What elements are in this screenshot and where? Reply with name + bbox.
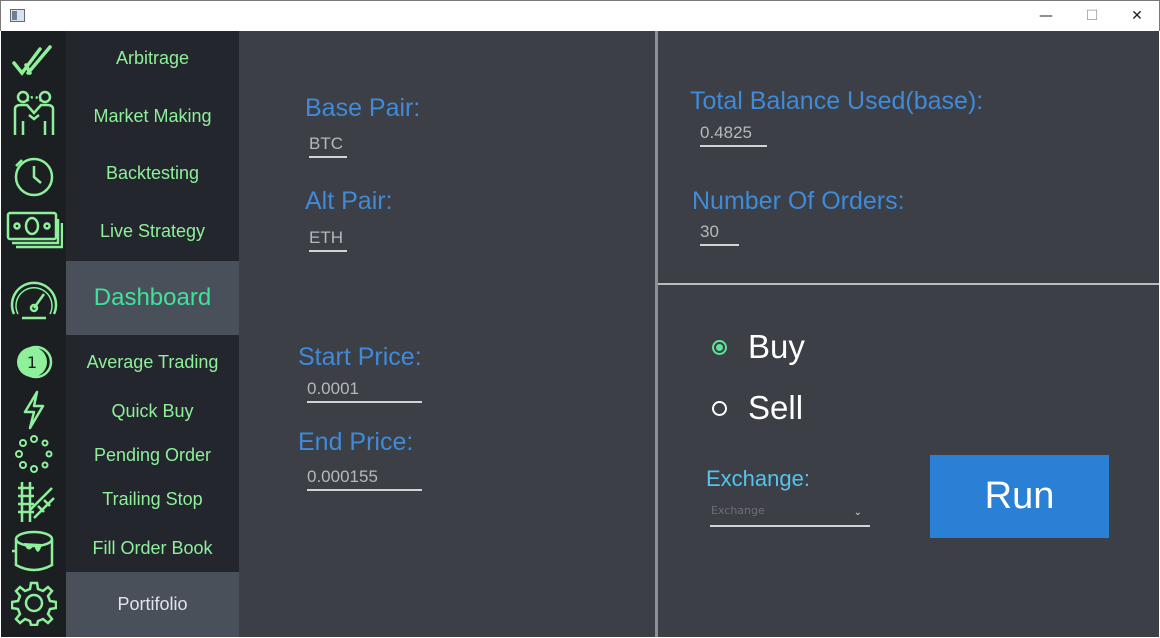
clock-icon[interactable] [1,153,66,199]
minimize-button[interactable]: — [1023,1,1069,31]
money-icon[interactable] [1,207,66,251]
buy-label: Buy [748,328,805,365]
menu-item-fill-order-book[interactable]: Fill Order Book [66,538,239,559]
radio-unchecked-icon [712,400,727,416]
coin-icon[interactable]: 1 [1,343,66,381]
base-pair-input[interactable]: BTC [309,134,347,158]
paint-bucket-icon[interactable] [1,527,66,577]
exchange-select[interactable]: Exchange ⌄ [710,504,870,527]
chevron-down-icon: ⌄ [853,507,862,518]
menu-item-live-strategy[interactable]: Live Strategy [66,221,239,242]
end-price-label: End Price: [298,428,414,456]
start-price-label: Start Price: [298,343,422,371]
menu-item-arbitrage[interactable]: Arbitrage [66,48,239,69]
railway-icon[interactable] [1,479,66,525]
alt-pair-input[interactable]: ETH [309,228,347,252]
menu-item-backtesting[interactable]: Backtesting [66,163,239,184]
alt-pair-label: Alt Pair: [305,187,393,215]
vertical-divider [655,31,658,637]
horizontal-divider [658,283,1159,285]
start-price-input[interactable]: 0.0001 [307,379,422,403]
checkmark-icon[interactable] [1,41,66,81]
exchange-label: Exchange: [706,466,810,491]
menu-item-portifolio[interactable]: Portifolio [66,572,239,637]
gear-icon[interactable] [1,579,66,627]
lightning-icon[interactable] [1,389,66,431]
menu-item-pending-order[interactable]: Pending Order [66,445,239,466]
sell-label: Sell [748,389,804,426]
orders-label: Number Of Orders: [692,187,905,215]
end-price-input[interactable]: 0.000155 [307,467,422,491]
menu-item-dashboard[interactable]: Dashboard [66,261,239,335]
close-button[interactable]: ✕ [1114,1,1160,31]
navigation-menu: Arbitrage Market Making Backtesting Live… [66,31,239,637]
handshake-icon[interactable] [1,87,66,141]
menu-item-average-trading[interactable]: Average Trading [66,352,239,373]
radio-checked-icon [712,339,727,355]
menu-item-quick-buy[interactable]: Quick Buy [66,401,239,422]
buy-radio[interactable]: Buy [712,328,805,366]
sell-radio[interactable]: Sell [712,389,803,427]
app-icon [10,9,25,22]
total-balance-label: Total Balance Used(base): [690,87,984,115]
loading-dots-icon[interactable] [1,433,66,475]
exchange-placeholder: Exchange [711,504,765,517]
base-pair-label: Base Pair: [305,94,421,122]
speedometer-icon[interactable] [1,271,66,325]
title-bar: — ☐ ✕ [0,0,1160,31]
svg-text:1: 1 [26,353,36,372]
total-balance-input[interactable]: 0.4825 [700,123,767,147]
menu-item-trailing-stop[interactable]: Trailing Stop [66,489,239,510]
orders-input[interactable]: 30 [700,222,739,246]
icon-sidebar: 1 [1,31,66,637]
maximize-button[interactable]: ☐ [1069,1,1115,31]
run-button[interactable]: Run [930,455,1109,538]
menu-item-market-making[interactable]: Market Making [66,106,239,127]
